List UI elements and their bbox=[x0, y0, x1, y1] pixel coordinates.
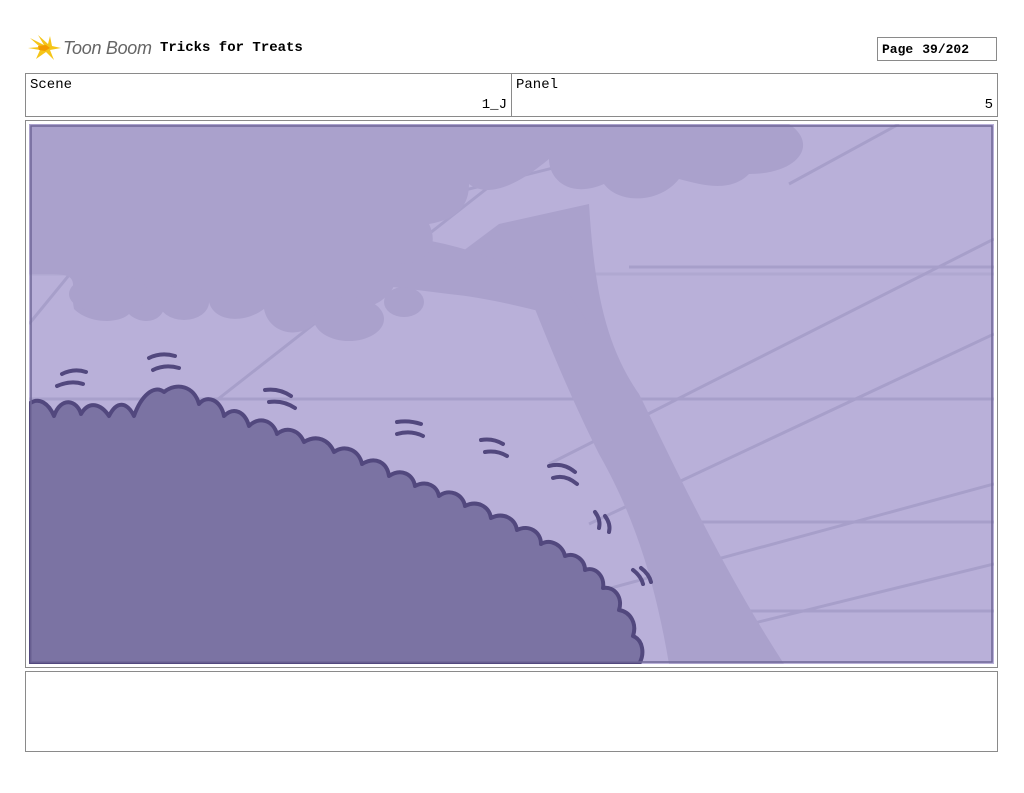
starburst-icon bbox=[28, 35, 61, 60]
panel-drawing bbox=[29, 124, 994, 664]
panel-value: 5 bbox=[984, 97, 993, 113]
toon-boom-logo: Toon Boom bbox=[28, 33, 152, 63]
page-label: Page bbox=[882, 41, 914, 57]
project-title: Tricks for Treats bbox=[160, 40, 303, 56]
panel-notes-box[interactable] bbox=[25, 671, 998, 752]
logo-wordmark: Toon Boom bbox=[63, 37, 152, 58]
scene-field: Scene 1_J bbox=[25, 73, 512, 117]
panel-artwork bbox=[29, 124, 994, 664]
page-number: 39/202 bbox=[922, 41, 970, 57]
panel-field: Panel 5 bbox=[511, 73, 998, 117]
page-indicator: Page 39/202 bbox=[877, 37, 997, 61]
panel-label: Panel bbox=[516, 77, 559, 93]
scene-value: 1_J bbox=[481, 97, 507, 113]
storyboard-panel-frame bbox=[25, 120, 998, 668]
scene-label: Scene bbox=[30, 77, 73, 93]
